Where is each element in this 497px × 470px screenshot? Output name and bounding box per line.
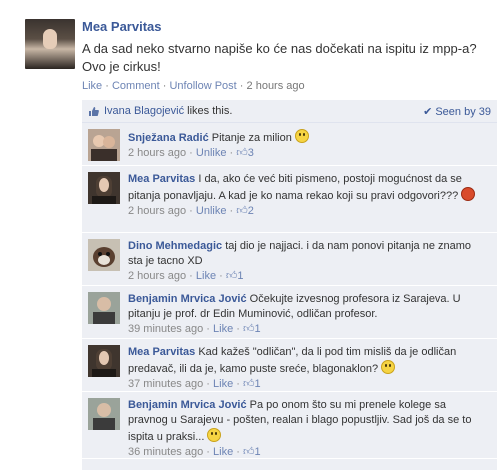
devil-emoticon-icon [461, 187, 476, 201]
comment-item: Benjamin Mrvica Jović Očekujte izvesnog … [82, 286, 497, 339]
commenter-name-link[interactable]: Snježana Radić [128, 132, 209, 144]
like-link[interactable]: Like [82, 80, 102, 92]
comment-timestamp[interactable]: 36 minutes ago [128, 446, 203, 458]
comment-timestamp[interactable]: 2 hours ago [128, 205, 186, 217]
comment-meta: 2 hours ago · Unlike · 👍︎2 [128, 205, 254, 217]
commenter-avatar[interactable] [88, 239, 120, 271]
thumbs-up-icon[interactable]: 👍︎ [226, 270, 238, 282]
comment-like-count[interactable]: 3 [248, 147, 254, 159]
thumbs-up-icon[interactable]: 👍︎ [236, 147, 248, 159]
post-timestamp[interactable]: 2 hours ago [247, 80, 305, 92]
checkmark-icon: ✔ [423, 106, 433, 118]
comment-like-count[interactable]: 1 [237, 270, 243, 282]
commenter-name-link[interactable]: Dino Mehmedagic [128, 240, 222, 252]
comment-item: Snježana Radić Pitanje za milion 2 hours… [82, 123, 497, 166]
author-name-link[interactable]: Mea Parvitas [82, 19, 162, 34]
comment-like-toggle[interactable]: Like [196, 270, 216, 282]
comment-item: Mea Parvitas Kad kažeš "odličan", da li … [82, 339, 497, 392]
comment-like-toggle[interactable]: Unlike [196, 205, 227, 217]
comment-like-count[interactable]: 1 [255, 446, 261, 458]
comment-meta: 37 minutes ago · Like · 👍︎1 [128, 378, 261, 390]
author-avatar[interactable] [25, 19, 75, 69]
comment-item: Mea Parvitas I da, ako će već biti pisme… [82, 166, 497, 233]
comment-meta: 2 hours ago · Unlike · 👍︎3 [128, 147, 254, 159]
comment-meta: 2 hours ago · Like · 👍︎1 [128, 270, 244, 282]
comment-like-count[interactable]: 1 [255, 323, 261, 335]
comment-text: Pitanje za milion [211, 132, 292, 144]
thumbs-up-icon[interactable]: 👍︎ [236, 205, 248, 217]
comment-meta: 39 minutes ago · Like · 👍︎1 [128, 323, 261, 335]
commenter-avatar[interactable] [88, 129, 120, 161]
thumbs-up-icon[interactable]: 👍︎ [243, 378, 255, 390]
comment-timestamp[interactable]: 39 minutes ago [128, 323, 203, 335]
comment-like-count[interactable]: 2 [248, 205, 254, 217]
likes-suffix: likes this. [187, 105, 233, 117]
comment-meta: 36 minutes ago · Like · 👍︎1 [128, 446, 261, 458]
comment-item: Benjamin Mrvica Jović Pa po onom što su … [82, 392, 497, 459]
commenter-avatar[interactable] [88, 398, 120, 430]
unfollow-post-link[interactable]: Unfollow Post [169, 80, 236, 92]
thumbs-up-icon[interactable]: 👍︎ [243, 323, 255, 335]
comment-like-toggle[interactable]: Like [213, 378, 233, 390]
comment-like-toggle[interactable]: Like [213, 446, 233, 458]
commenter-name-link[interactable]: Mea Parvitas [128, 173, 195, 185]
commenter-name-link[interactable]: Benjamin Mrvica Jović [128, 399, 247, 411]
feed-story: Mea Parvitas A da sad neko stvarno napiš… [0, 0, 497, 470]
post-actions: Like · Comment · Unfollow Post · 2 hours… [82, 80, 305, 92]
thumbs-up-icon[interactable]: 👍︎ [243, 446, 255, 458]
smile-emoticon-icon [381, 360, 396, 374]
comment-link[interactable]: Comment [112, 80, 160, 92]
comment-item: Dino Mehmedagic taj dio je najjaci. i da… [82, 233, 497, 286]
commenter-avatar[interactable] [88, 172, 120, 204]
smile-emoticon-icon [294, 129, 309, 143]
commenter-avatar[interactable] [88, 345, 120, 377]
thumbs-up-icon [88, 106, 99, 117]
commenter-avatar[interactable] [88, 292, 120, 324]
comment-timestamp[interactable]: 2 hours ago [128, 270, 186, 282]
seen-by-link[interactable]: ✔ Seen by 39 [423, 105, 491, 118]
comment-timestamp[interactable]: 37 minutes ago [128, 378, 203, 390]
liker-name-link[interactable]: Ivana Blagojević [104, 105, 184, 117]
commenter-name-link[interactable]: Benjamin Mrvica Jović [128, 293, 247, 305]
comment-like-toggle[interactable]: Unlike [196, 147, 227, 159]
post-message: A da sad neko stvarno napiše ko će nas d… [82, 41, 477, 74]
comment-timestamp[interactable]: 2 hours ago [128, 147, 186, 159]
likes-row: Ivana Blagojević likes this. ✔ Seen by 39 [82, 100, 497, 123]
smile-emoticon-icon [207, 428, 222, 442]
comments-panel: Ivana Blagojević likes this. ✔ Seen by 39… [82, 100, 497, 470]
commenter-name-link[interactable]: Mea Parvitas [128, 346, 195, 358]
comment-like-count[interactable]: 1 [255, 378, 261, 390]
comment-like-toggle[interactable]: Like [213, 323, 233, 335]
